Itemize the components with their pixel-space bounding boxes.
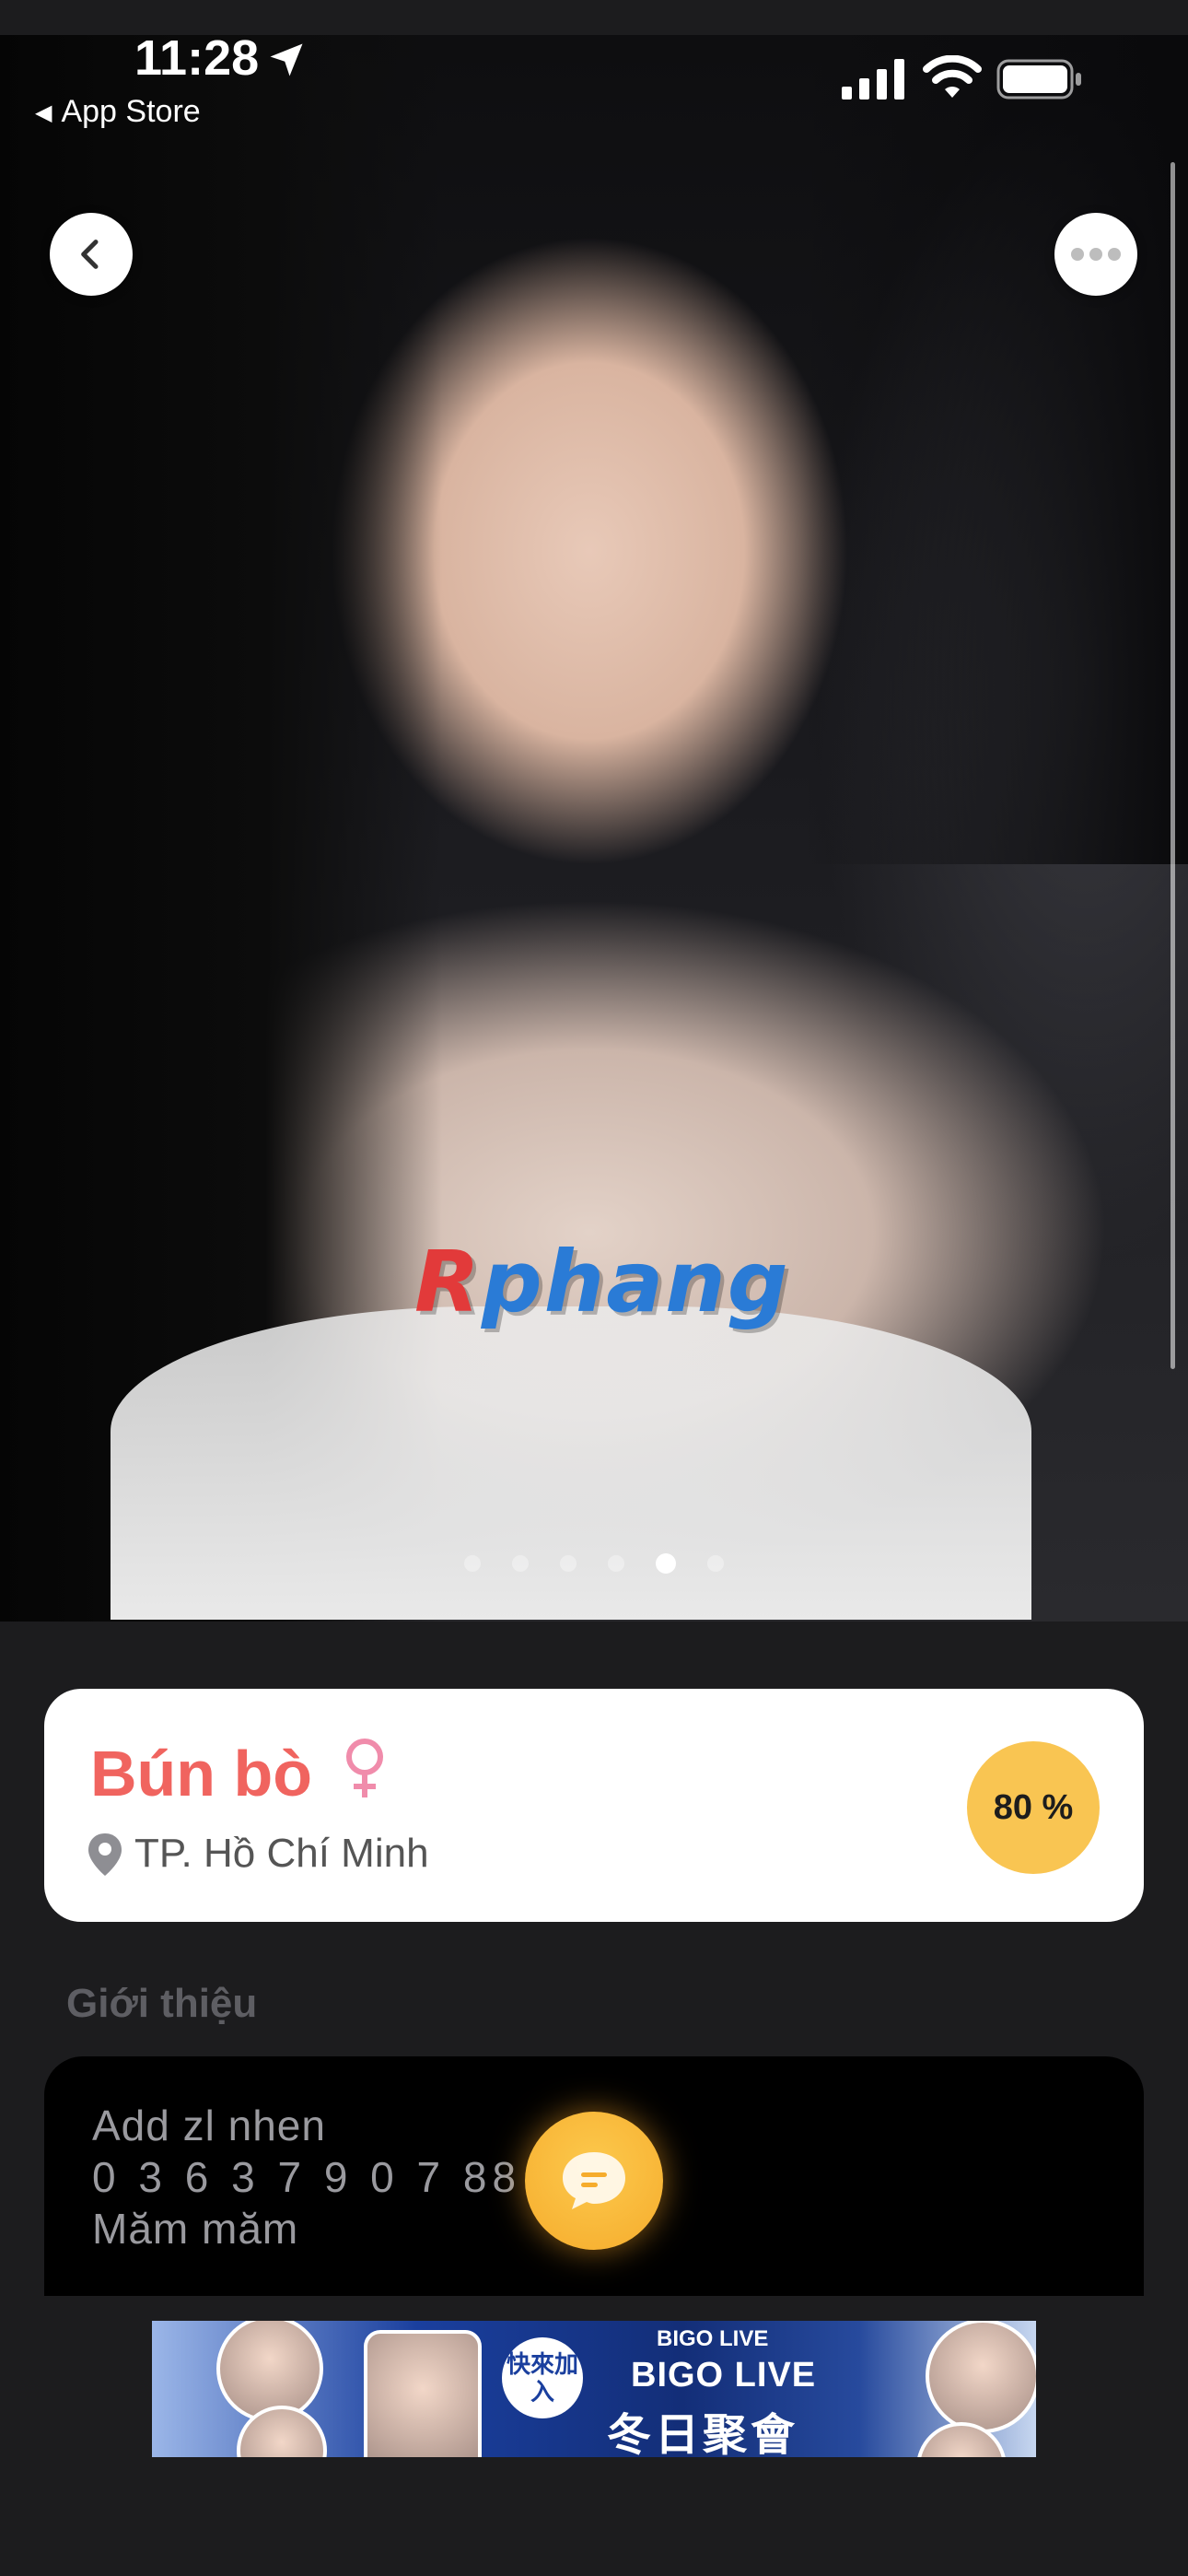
scroll-indicator[interactable]: [1171, 162, 1175, 1369]
profile-photo[interactable]: Rphang: [0, 35, 1188, 1622]
intro-section-title: Giới thiệu: [66, 1981, 258, 2026]
chat-button[interactable]: [525, 2112, 663, 2250]
photo-page-indicator[interactable]: [0, 1553, 1188, 1576]
ad-banner[interactable]: 快來加入 BIGO LIVE BIGO LIVE 冬日聚會: [152, 2321, 1036, 2457]
intro-card: Add zl nhen 0 3 6 3 7 9 0 7 88 Măm măm: [44, 2056, 1144, 2296]
location-pin-icon: [88, 1833, 122, 1876]
page-dot[interactable]: [608, 1555, 624, 1572]
ad-brand-logo: BIGO LIVE: [657, 2326, 769, 2351]
cellular-signal-icon: [842, 59, 904, 100]
ad-join-badge: 快來加入: [502, 2337, 583, 2418]
ad-title: BIGO LIVE: [631, 2356, 817, 2395]
profile-city: TP. Hồ Chí Minh: [134, 1831, 429, 1876]
chat-bubble-icon: [563, 2152, 625, 2209]
ellipsis-icon: [1071, 248, 1121, 261]
intro-line: Add zl nhen: [92, 2102, 326, 2149]
profile-name: Bún bò: [90, 1738, 313, 1809]
battery-icon: [996, 59, 1081, 100]
photo-hair-right: [801, 35, 1188, 864]
page-dot[interactable]: [560, 1555, 577, 1572]
wifi-icon: [923, 55, 982, 98]
ad-avatar: [364, 2330, 482, 2457]
status-bar: 11:28 ◀ App Store: [0, 0, 1188, 129]
match-percent-badge: 80 %: [967, 1741, 1100, 1874]
intro-line: Măm măm: [92, 2205, 299, 2253]
page-dot[interactable]: [707, 1555, 724, 1572]
intro-line: 0 3 6 3 7 9 0 7 88: [92, 2153, 522, 2201]
page-dot[interactable]: [464, 1555, 481, 1572]
watermark: Rphang: [414, 1233, 790, 1331]
back-button[interactable]: [50, 213, 133, 296]
page-dot[interactable]: [512, 1555, 529, 1572]
ad-subtitle: 冬日聚會: [607, 2411, 799, 2457]
back-triangle-icon: ◀: [35, 100, 52, 125]
more-options-button[interactable]: [1054, 213, 1137, 296]
location-arrow-icon: [270, 43, 303, 76]
chevron-left-icon: [81, 240, 99, 269]
status-time: 11:28: [134, 30, 260, 86]
page-dot-active[interactable]: [656, 1553, 676, 1574]
back-to-app-store[interactable]: ◀ App Store: [35, 94, 201, 130]
profile-card: Bún bò TP. Hồ Chí Minh 80 %: [44, 1689, 1144, 1922]
female-gender-icon: [346, 1739, 383, 1797]
ad-avatar: [926, 2321, 1036, 2433]
